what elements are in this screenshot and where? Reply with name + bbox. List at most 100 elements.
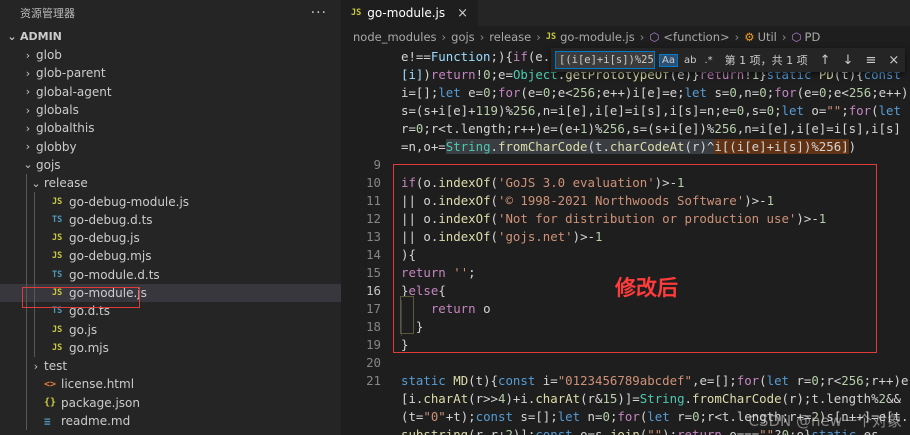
- folder-global-agent[interactable]: › global-agent: [0, 83, 341, 101]
- folder-globals[interactable]: › globals: [0, 101, 341, 119]
- file-package-json[interactable]: {} package.json: [0, 393, 341, 412]
- code-line-20: 20: [366, 355, 381, 370]
- indent-guide: [34, 283, 35, 303]
- arrow-up-icon[interactable]: ↑: [820, 53, 831, 68]
- close-icon[interactable]: ×: [457, 6, 468, 21]
- chevron-right-icon: ›: [25, 85, 31, 99]
- indent-guide: [34, 192, 35, 211]
- tree-item-label: go.d.ts: [69, 304, 110, 319]
- class-icon: ⚙: [744, 30, 755, 44]
- indent-guide: [34, 320, 35, 339]
- tree-item-label: go-debug-module.js: [69, 194, 190, 209]
- folder-release[interactable]: ⌄ release: [0, 174, 341, 193]
- indent-guide: [26, 320, 27, 339]
- indent-guide: [26, 411, 27, 431]
- code-line-17: 17 return o: [366, 301, 491, 316]
- method-cube-icon: ⬡: [791, 30, 802, 44]
- breadcrumb-function[interactable]: <function>: [663, 30, 729, 44]
- indent-guide: [26, 265, 27, 284]
- tab-bar: JS go-module.js ×: [341, 0, 910, 26]
- match-case-toggle[interactable]: Aa: [659, 53, 678, 67]
- code-line-12: 12 || o.indexOf('Not for distribution or …: [366, 211, 827, 226]
- indent-guide: [34, 247, 35, 266]
- js-file-icon: JS: [52, 196, 63, 207]
- file-go-debug-module-js[interactable]: JS go-debug-module.js: [0, 192, 341, 211]
- file-go-mjs[interactable]: JS go.mjs: [0, 338, 341, 358]
- chevron-right-icon: ›: [25, 66, 31, 80]
- code-line: r=0;r<t.length;r++)e=(e+1)%256,s=(s+i[e]…: [401, 121, 901, 136]
- chevron-down-icon: ⌄: [7, 29, 17, 43]
- folder-test[interactable]: › test: [0, 357, 341, 376]
- bracket-match-box: [400, 296, 414, 334]
- chevron-right-icon: ›: [25, 48, 31, 62]
- workspace-section[interactable]: ⌄ ADMIN: [0, 26, 341, 46]
- indent-guide: [26, 302, 27, 321]
- regex-toggle[interactable]: .*: [702, 55, 714, 66]
- file-go-js[interactable]: JS go.js: [0, 320, 341, 339]
- find-in-selection-icon[interactable]: ≡: [865, 53, 876, 68]
- file-readme-md[interactable]: ≡ readme.md: [0, 411, 341, 431]
- breadcrumb-util[interactable]: Util: [758, 30, 777, 44]
- tree-item-label: glob: [36, 48, 62, 63]
- more-actions-icon[interactable]: ···: [311, 5, 327, 21]
- tree-item-label: go-module.js: [69, 286, 147, 300]
- file-license-html[interactable]: <> license.html: [0, 375, 341, 394]
- file-go-d-ts[interactable]: TS go.d.ts: [0, 302, 341, 321]
- explorer-sidebar: 资源管理器 ··· ⌄ ADMIN › glob › glob-parent › glob…: [0, 0, 341, 435]
- tree-item-label: globals: [36, 103, 79, 118]
- indent-guide: [26, 174, 27, 193]
- breadcrumb-node-modules[interactable]: node_modules: [353, 30, 437, 44]
- ts-file-icon: TS: [52, 306, 63, 317]
- whole-word-toggle[interactable]: ab: [682, 55, 698, 66]
- tree-item-label: release: [44, 176, 88, 191]
- close-icon[interactable]: ×: [888, 53, 899, 68]
- chevron-right-icon: ›: [781, 30, 787, 44]
- tree-item-label: glob-parent: [36, 66, 106, 81]
- js-file-icon: JS: [545, 32, 557, 42]
- folder-glob-parent[interactable]: › glob-parent: [0, 64, 341, 82]
- code-line-10: 10 if(o.indexOf('GoJS 3.0 evaluation')>-1: [366, 175, 685, 190]
- folder-globalthis[interactable]: › globalthis: [0, 119, 341, 137]
- indent-guide: [34, 210, 35, 229]
- file-go-debug-js[interactable]: JS go-debug.js: [0, 228, 341, 248]
- folder-glob[interactable]: › glob: [0, 46, 341, 64]
- workspace-name: ADMIN: [20, 29, 62, 43]
- js-file-icon: JS: [52, 324, 63, 335]
- json-file-icon: {}: [44, 397, 57, 409]
- tree-item-label: go-debug.d.ts: [69, 212, 153, 227]
- tab-go-module-js[interactable]: JS go-module.js ×: [341, 0, 479, 26]
- tree-item-label: readme.md: [61, 414, 131, 429]
- tree-item-label: go.js: [69, 322, 98, 337]
- code-line-18: 18 }: [366, 319, 424, 334]
- annotation-label: 修改后: [615, 276, 678, 300]
- find-input[interactable]: [(i[e]+i[s])%256]): [555, 51, 655, 69]
- code-line: i=[];let e=0;for(e=0;e<256;e++)i[e]=e;le…: [401, 85, 909, 100]
- code-view[interactable]: e!==Function;){if(e. [i])return!0;e=Obje…: [341, 48, 910, 435]
- chevron-right-icon: ›: [639, 30, 645, 44]
- indent-guide: [26, 393, 27, 412]
- tree-item-label: test: [44, 359, 68, 374]
- md-file-icon: ≡: [44, 414, 51, 428]
- indent-guide: [34, 302, 35, 321]
- match-count: 第 1 项，共 1 项: [724, 54, 808, 67]
- folder-gojs[interactable]: ⌄ gojs: [0, 156, 341, 174]
- js-file-icon: JS: [52, 288, 63, 298]
- breadcrumb: node_modules › gojs › release › JS go-mo…: [341, 26, 910, 48]
- code-line-9: 9: [373, 157, 381, 172]
- arrow-down-icon[interactable]: ↓: [843, 53, 854, 68]
- chevron-down-icon: ⌄: [31, 176, 41, 190]
- breadcrumb-file[interactable]: go-module.js: [560, 30, 635, 44]
- indent-guide: [26, 247, 27, 266]
- file-go-module-d-ts[interactable]: TS go-module.d.ts: [0, 265, 341, 284]
- breadcrumb-pd[interactable]: PD: [805, 30, 821, 44]
- file-go-debug-mjs[interactable]: JS go-debug.mjs: [0, 247, 341, 266]
- indent-guide: [26, 375, 27, 394]
- indent-guide: [34, 228, 35, 248]
- indent-guide: [34, 265, 35, 284]
- file-go-debug-d-ts[interactable]: TS go-debug.d.ts: [0, 210, 341, 229]
- js-file-icon: JS: [52, 251, 63, 262]
- file-go-module-js[interactable]: JS go-module.js: [0, 283, 341, 303]
- breadcrumb-gojs[interactable]: gojs: [451, 30, 475, 44]
- folder-globby[interactable]: › globby: [0, 137, 341, 155]
- breadcrumb-release[interactable]: release: [489, 30, 531, 44]
